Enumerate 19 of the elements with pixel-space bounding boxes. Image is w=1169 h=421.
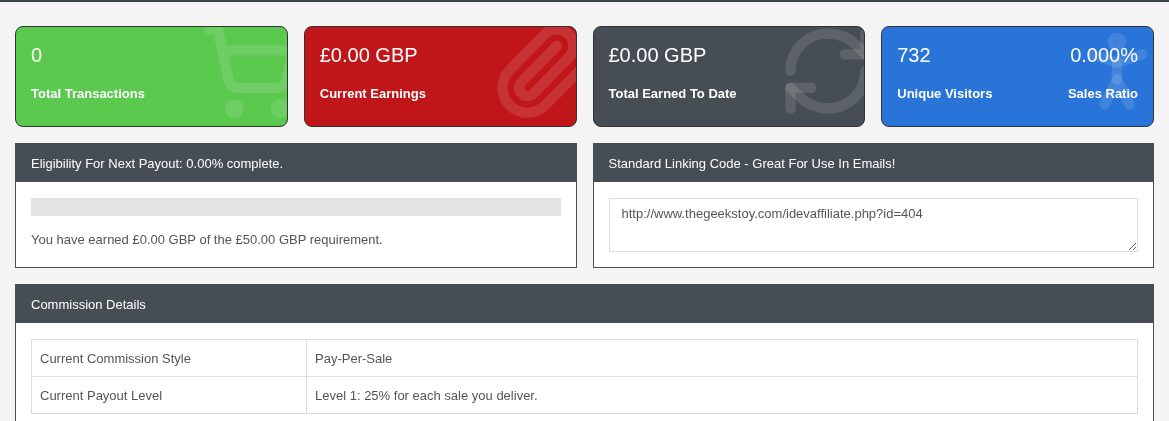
stat-value: £0.00 GBP [319,43,418,67]
stat-value: 732 [897,43,931,67]
stat-label: Sales Ratio [1067,86,1138,101]
panel-title: Standard Linking Code - Great For Use In Emails! [593,144,1153,182]
link-code-field[interactable]: http://www.thegeekstoy.com/idevaffiliate.php?id=404 [608,198,1138,252]
stat-label: Total Transactions [31,86,145,101]
table-cell: Current Commission Style [31,339,307,377]
panel-title: Commission Details [16,285,1153,323]
payout-text: You have earned £0.00 GBP of the £50.00 GBP requirement. [31,232,384,247]
stat-label: Current Earnings [319,86,426,101]
table-cell: Pay-Per-Sale [306,339,1138,377]
panel-title: Eligibility For Next Payout: 0.00% complete. [16,144,576,182]
stat-value: 0.000% [1070,43,1138,67]
table-cell: Current Payout Level [31,376,307,414]
stat-label: Unique Visitors [897,86,993,101]
stat-value: 0 [31,43,43,67]
stat-label: Total Earned To Date [608,86,737,101]
stat-value: £0.00 GBP [608,43,707,67]
table-cell: Level 1: 25% for each sale you deliver. [306,376,1138,414]
